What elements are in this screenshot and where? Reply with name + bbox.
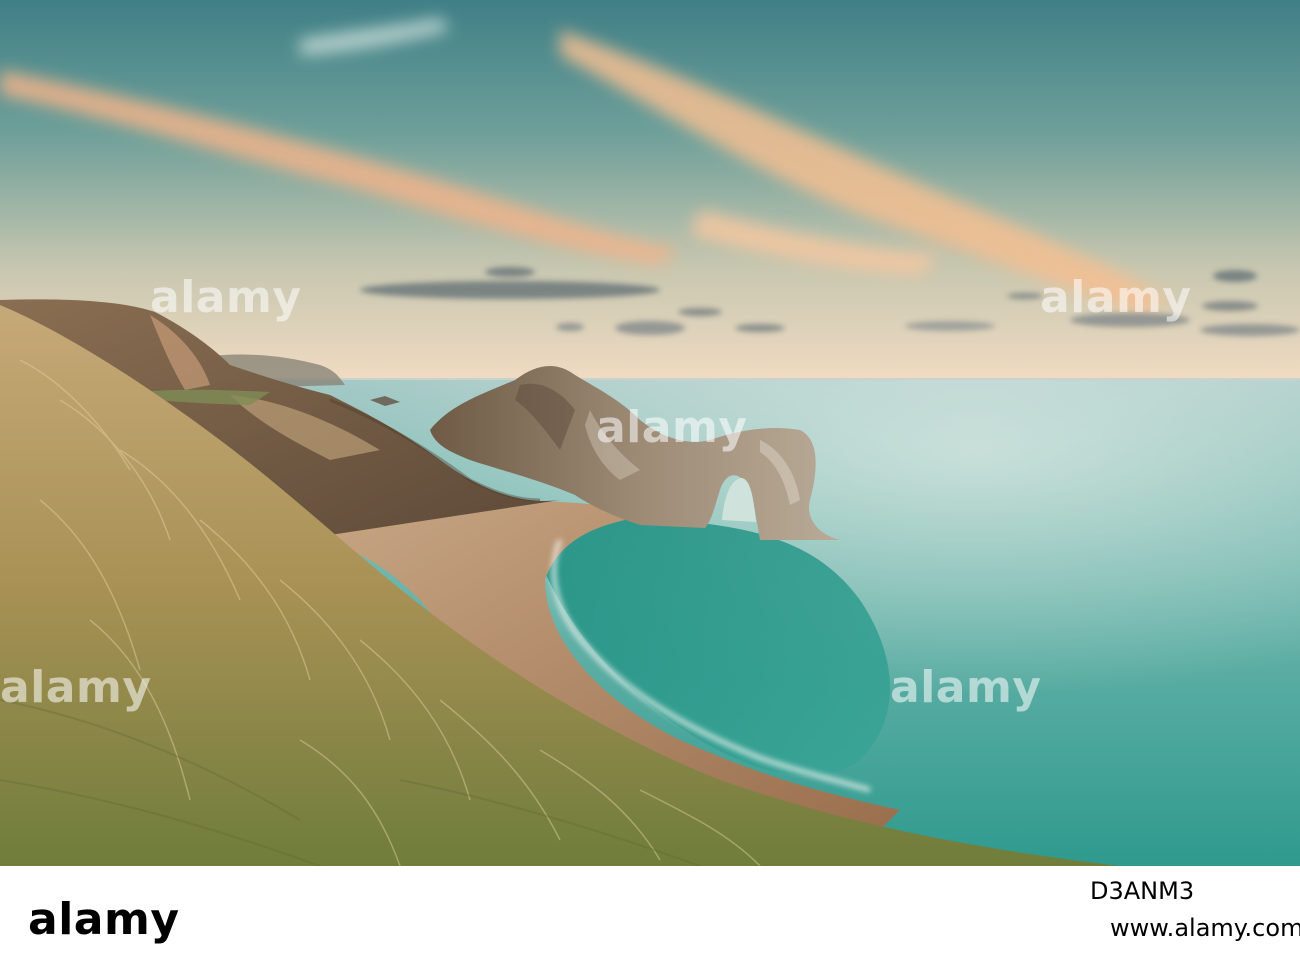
photo: alamy alamy alamy alamy alamy xyxy=(0,0,1300,866)
watermark-text: alamy xyxy=(890,662,1042,713)
alamy-logo: alamy xyxy=(10,880,290,945)
stock-footer: alamy D3ANM3 www.alamy.com xyxy=(0,866,1300,956)
site-url: www.alamy.com xyxy=(1110,914,1300,942)
brand-name: alamy xyxy=(28,894,180,945)
watermark-text: alamy xyxy=(0,662,152,713)
watermark-text: alamy xyxy=(596,402,748,453)
image-id: D3ANM3 xyxy=(1090,877,1195,905)
watermark-text: alamy xyxy=(150,272,302,323)
watermark-text: alamy xyxy=(1040,272,1192,323)
